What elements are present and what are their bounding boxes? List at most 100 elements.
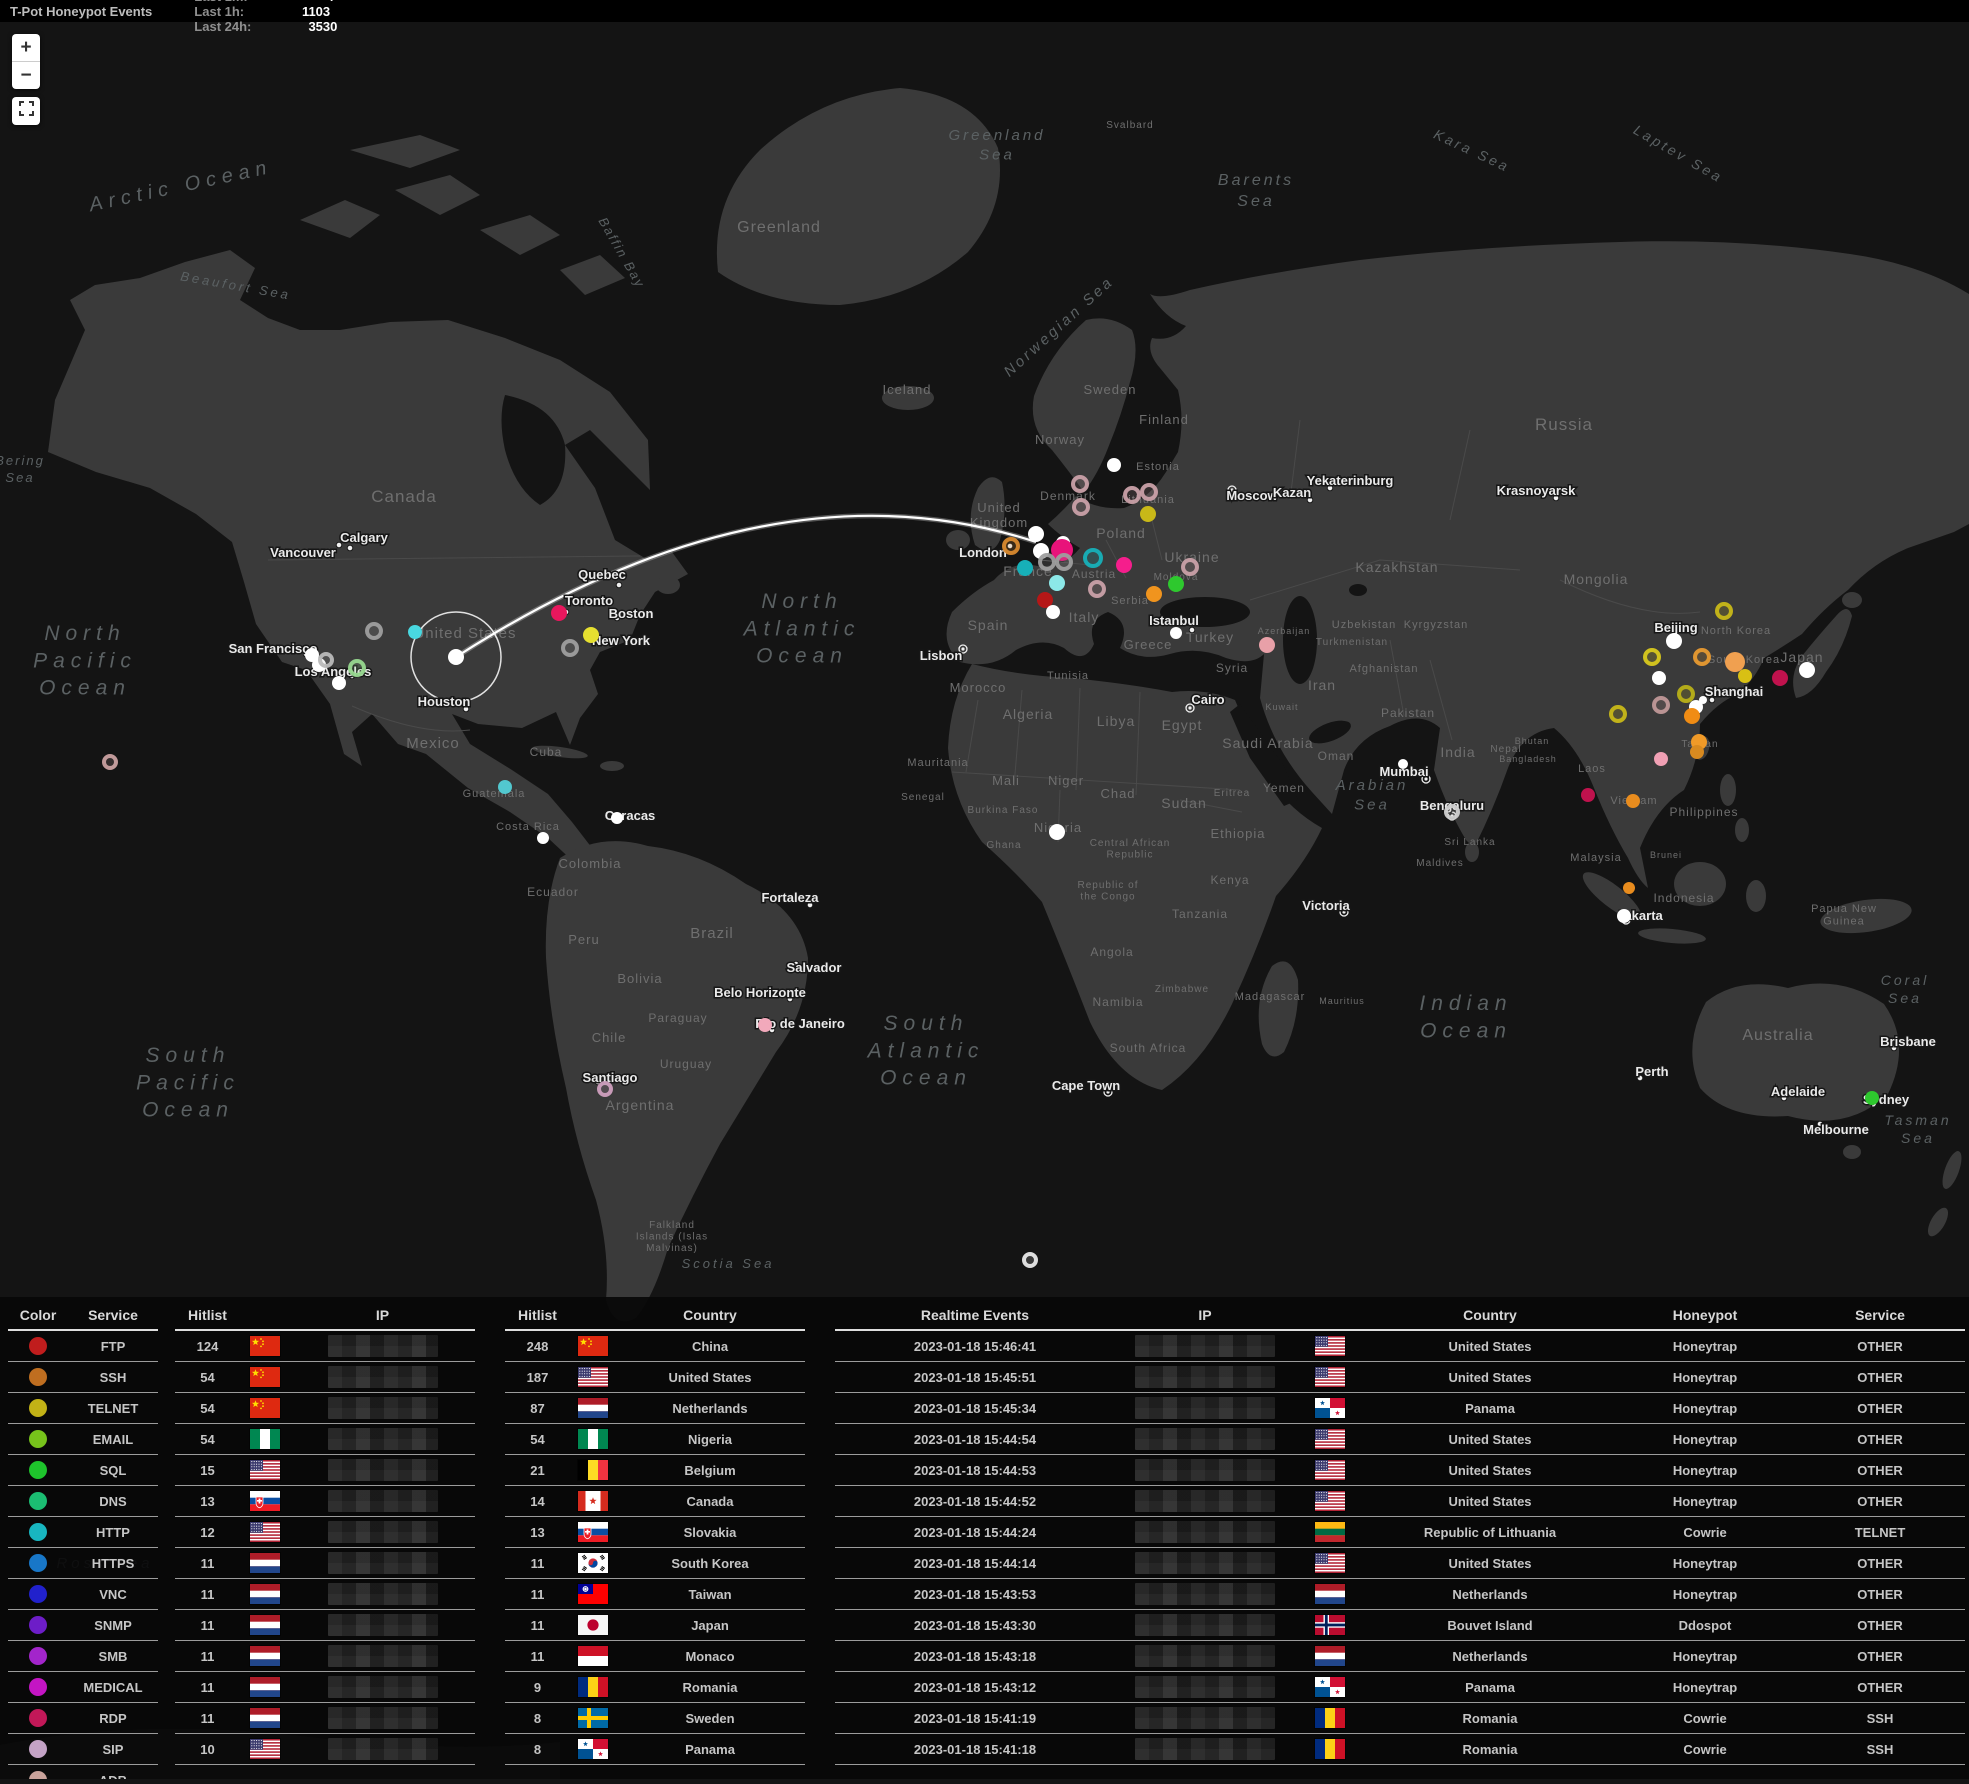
country-flag-icon bbox=[1315, 1367, 1345, 1387]
realtime-header-service: Service bbox=[1795, 1301, 1965, 1329]
hitlist-country-row: 9 Romania bbox=[505, 1672, 805, 1703]
service-name: OTHER bbox=[1795, 1610, 1965, 1640]
map-label-region: South Africa bbox=[1110, 1041, 1187, 1055]
attack-dot-ring bbox=[1090, 582, 1104, 596]
map-label-city: New York bbox=[592, 633, 651, 648]
flag-us bbox=[250, 1460, 280, 1480]
stats-bar: T-Pot Honeypot Events Last 1m: 4 Last 1h… bbox=[0, 0, 1969, 22]
hit-count: 11 bbox=[175, 1641, 240, 1671]
hit-count: 87 bbox=[505, 1393, 570, 1423]
legend-row: SQL bbox=[8, 1455, 158, 1486]
flag-tw bbox=[578, 1584, 608, 1604]
redacted-ip bbox=[1135, 1552, 1275, 1574]
map-label-region: Mali bbox=[992, 773, 1020, 788]
honeypot-name: Honeytrap bbox=[1615, 1331, 1795, 1361]
country-flag-icon bbox=[1315, 1522, 1345, 1542]
attack-dot bbox=[1684, 708, 1700, 724]
country-flag-icon bbox=[578, 1491, 608, 1511]
redacted-ip bbox=[1135, 1645, 1275, 1667]
attack-dot bbox=[611, 812, 623, 824]
realtime-event-row: 2023-01-18 15:45:51 United States Honeyt… bbox=[835, 1362, 1965, 1393]
map-label-city: Kazan bbox=[1273, 485, 1311, 500]
attack-dot bbox=[498, 780, 512, 794]
map-label-region: Costa Rica bbox=[496, 821, 560, 833]
flag-ro bbox=[578, 1677, 608, 1697]
map-label-region: Sudan bbox=[1161, 795, 1206, 811]
redacted-ip bbox=[328, 1366, 438, 1388]
flag-ca bbox=[578, 1491, 608, 1511]
legend-header-color: Color bbox=[8, 1301, 68, 1329]
service-name: OTHER bbox=[1795, 1424, 1965, 1454]
hitlist-ip-row: 54 bbox=[175, 1424, 475, 1455]
service-name: OTHER bbox=[1795, 1641, 1965, 1671]
event-timestamp: 2023-01-18 15:41:18 bbox=[835, 1734, 1115, 1764]
legend-row: VNC bbox=[8, 1579, 158, 1610]
map-label-region: Mongolia bbox=[1564, 571, 1629, 587]
attack-dot bbox=[332, 676, 346, 690]
redacted-ip bbox=[328, 1552, 438, 1574]
redacted-ip bbox=[1135, 1335, 1275, 1357]
service-name: OTHER bbox=[1795, 1362, 1965, 1392]
zoom-out-button[interactable]: − bbox=[12, 61, 40, 89]
redacted-ip bbox=[328, 1459, 438, 1481]
attack-dot bbox=[1581, 788, 1595, 802]
country-name: United States bbox=[615, 1362, 805, 1392]
attack-dot-ring bbox=[104, 756, 116, 768]
attack-dot bbox=[1690, 745, 1704, 759]
flag-cn bbox=[250, 1367, 280, 1387]
hitlist-ip-row: 11 bbox=[175, 1703, 475, 1734]
attack-dot-ring bbox=[1024, 1254, 1036, 1266]
map-label-region: Paraguay bbox=[648, 1011, 707, 1025]
service-name: VNC bbox=[68, 1579, 158, 1609]
map-label-region: Sweden bbox=[1084, 382, 1137, 397]
map-label-city: Houston bbox=[418, 694, 471, 709]
redacted-ip bbox=[1135, 1521, 1275, 1543]
service-color-dot bbox=[29, 1430, 47, 1448]
country-name: Belgium bbox=[615, 1455, 805, 1485]
legend-row: HTTP bbox=[8, 1517, 158, 1548]
hitlist-ip-row: 11 bbox=[175, 1641, 475, 1672]
realtime-header-honeypot: Honeypot bbox=[1615, 1301, 1795, 1329]
country-flag-icon bbox=[1315, 1615, 1345, 1635]
attack-dot bbox=[758, 1018, 772, 1032]
attack-dot-ring bbox=[1645, 650, 1659, 664]
redacted-ip bbox=[328, 1428, 438, 1450]
flag-cn bbox=[578, 1336, 608, 1356]
service-name: OTHER bbox=[1795, 1331, 1965, 1361]
country-flag-icon bbox=[250, 1522, 280, 1542]
hitlist-ip-row: 10 bbox=[175, 1734, 475, 1765]
hit-count: 11 bbox=[505, 1579, 570, 1609]
hitlist-country-row: 21 Belgium bbox=[505, 1455, 805, 1486]
service-color-dot bbox=[29, 1616, 47, 1634]
map-label-region: Peru bbox=[568, 932, 599, 947]
attack-dot bbox=[1617, 909, 1631, 923]
attack-dot bbox=[1259, 637, 1275, 653]
attack-dot-ring bbox=[320, 654, 332, 666]
flag-us bbox=[1315, 1367, 1345, 1387]
hit-count: 11 bbox=[505, 1548, 570, 1578]
map-label-region: Austria bbox=[1072, 567, 1116, 581]
attack-dot-ring bbox=[1695, 650, 1709, 664]
redacted-ip bbox=[1135, 1676, 1275, 1698]
map-label-region: Chile bbox=[592, 1030, 627, 1045]
redacted-ip bbox=[328, 1707, 438, 1729]
realtime-header-time: Realtime Events bbox=[835, 1301, 1115, 1329]
country-flag-icon bbox=[250, 1708, 280, 1728]
attack-dot-ring bbox=[1074, 500, 1088, 514]
city-marker bbox=[616, 582, 622, 588]
fullscreen-button[interactable] bbox=[12, 97, 40, 125]
zoom-in-button[interactable]: + bbox=[12, 34, 40, 61]
map-label-region: Mauritania bbox=[907, 757, 968, 769]
hit-count: 54 bbox=[175, 1393, 240, 1423]
map-label-city: Melbourne bbox=[1803, 1122, 1869, 1137]
attack-dot bbox=[551, 605, 567, 621]
map-label-city: Victoria bbox=[1302, 898, 1350, 913]
map-label-region: Finland bbox=[1139, 412, 1189, 427]
hit-count: 54 bbox=[175, 1362, 240, 1392]
country-flag-icon bbox=[1315, 1460, 1345, 1480]
attack-dot-ring bbox=[1125, 488, 1139, 502]
hitlist-country-row: 11 South Korea bbox=[505, 1548, 805, 1579]
realtime-event-row: 2023-01-18 15:41:19 Romania Cowrie SSH bbox=[835, 1703, 1965, 1734]
country-name: Romania bbox=[1365, 1734, 1615, 1764]
event-timestamp: 2023-01-18 15:44:53 bbox=[835, 1455, 1115, 1485]
